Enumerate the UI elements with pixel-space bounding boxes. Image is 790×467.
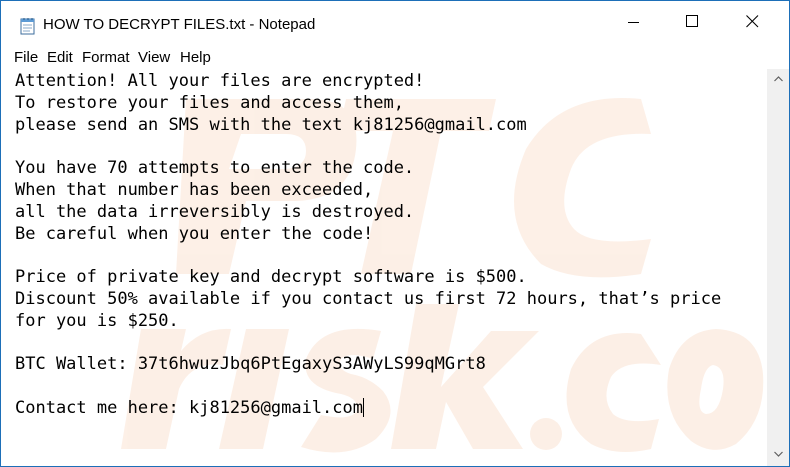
window-title: HOW TO DECRYPT FILES.txt - Notepad [43, 16, 316, 33]
text-line: Contact me here: kj81256@gmail.com [15, 397, 363, 418]
scroll-up-button[interactable] [767, 69, 789, 86]
text-editor[interactable]: Attention! All your files are encrypted!… [1, 69, 767, 453]
text-line [15, 376, 721, 398]
vertical-scrollbar[interactable] [767, 69, 789, 466]
title-bar[interactable]: HOW TO DECRYPT FILES.txt - Notepad [1, 1, 789, 47]
document-text: Attention! All your files are encrypted!… [15, 71, 721, 420]
text-line: You have 70 attempts to enter the code. [15, 158, 415, 179]
menu-file[interactable]: File [14, 49, 38, 66]
text-line: BTC Wallet: 37t6hwuzJbq6PtEgaxyS3AWyLS99… [15, 354, 486, 375]
scroll-down-arrow-icon [773, 444, 783, 462]
scroll-up-arrow-icon [773, 69, 783, 87]
text-line: Price of private key and decrypt softwar… [15, 267, 527, 288]
menu-bar: File Edit Format View Help [1, 47, 789, 69]
text-line [15, 245, 721, 267]
maximize-button[interactable] [669, 1, 715, 47]
minimize-button[interactable] [611, 1, 657, 47]
minimize-icon [628, 15, 640, 33]
menu-view[interactable]: View [138, 49, 170, 66]
notepad-icon [20, 17, 36, 35]
menu-format[interactable]: Format [82, 49, 130, 66]
close-button[interactable] [729, 1, 775, 47]
text-line: Attention! All your files are encrypted! [15, 71, 425, 91]
text-line: Discount 50% available if you contact us… [15, 288, 722, 309]
bottom-edge [1, 453, 767, 466]
text-line: all the data irreversibly is destroyed. [15, 201, 415, 222]
text-line-last: Contact me here: kj81256@gmail.com [15, 397, 721, 420]
maximize-icon [685, 15, 699, 33]
text-line: please send an SMS with the text kj81256… [15, 114, 527, 135]
text-caret [363, 397, 364, 417]
text-line: When that number has been exceeded, [15, 179, 374, 200]
text-line [15, 333, 721, 355]
scroll-down-button[interactable] [767, 444, 789, 461]
menu-help[interactable]: Help [180, 49, 211, 66]
notepad-window: HOW TO DECRYPT FILES.txt - Notepad File … [0, 0, 790, 467]
text-line: To restore your files and access them, [15, 92, 404, 113]
menu-edit[interactable]: Edit [47, 49, 73, 66]
text-line: for you is $250. [15, 310, 179, 331]
text-line: Be careful when you enter the code! [15, 223, 374, 244]
close-icon [745, 15, 759, 33]
text-line [15, 136, 721, 158]
